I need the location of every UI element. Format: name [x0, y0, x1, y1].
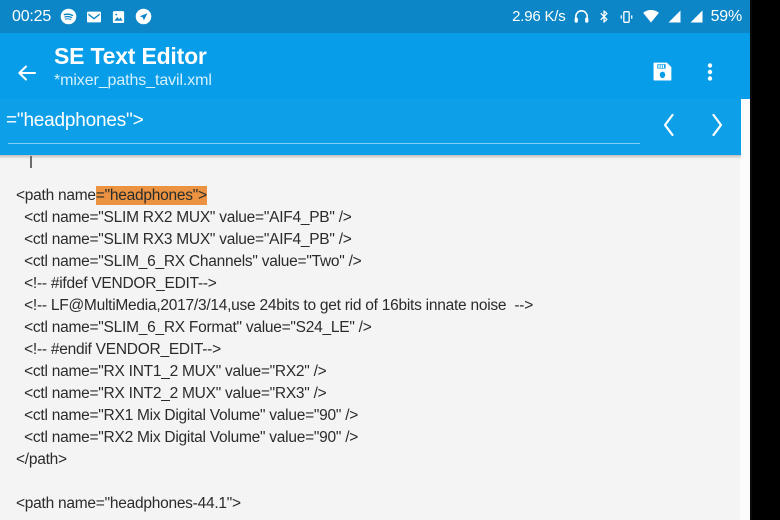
code-line: <ctl name="SLIM_6_RX Channels" value="Tw…: [0, 251, 740, 273]
signal-bars-icon: [667, 9, 682, 24]
search-bar: [0, 99, 741, 155]
code-text: <ctl name="SLIM RX3 MUX" value="AIF4_PB"…: [16, 231, 352, 248]
status-clock: 00:25: [12, 7, 52, 25]
back-arrow-icon: [14, 61, 40, 90]
code-line: <ctl name="SLIM_6_RX Format" value="S24_…: [0, 317, 740, 339]
battery-percentage: 59%: [710, 7, 743, 25]
phone-screenshot: 00:25 2.96 K/s 59% SE Text Editor *mixer…: [0, 0, 780, 520]
vibrate-icon: [618, 9, 635, 25]
app-bar-actions: [639, 41, 741, 97]
chevron-left-icon: [661, 112, 677, 143]
text-cursor: [30, 156, 32, 168]
code-line: <!-- #endif VENDOR_EDIT-->: [0, 339, 740, 361]
code-text: <!-- #ifdef VENDOR_EDIT-->: [16, 275, 217, 292]
code-line: <ctl name="RX2 Mix Digital Volume" value…: [0, 427, 740, 449]
app-bar-titles: SE Text Editor *mixer_paths_tavil.xml: [54, 41, 639, 92]
code-text: <ctl name="SLIM RX2 MUX" value="AIF4_PB"…: [16, 209, 352, 226]
file-name-subtitle: *mixer_paths_tavil.xml: [54, 72, 212, 89]
bluetooth-icon: [597, 8, 611, 25]
code-text: <ctl name="SLIM_6_RX Format" value="S24_…: [16, 319, 372, 336]
find-next-button[interactable]: [693, 99, 741, 155]
code-line: <ctl name="SLIM RX2 MUX" value="AIF4_PB"…: [0, 207, 740, 229]
code-line: <ctl name="RX INT1_2 MUX" value="RX2" />: [0, 361, 740, 383]
code-text: <path name="headphones-44.1">: [16, 495, 241, 512]
code-line: </path>: [0, 449, 740, 471]
code-text: <ctl name="RX2 Mix Digital Volume" value…: [16, 429, 359, 446]
search-input-underline: [8, 143, 640, 144]
overflow-menu-button[interactable]: [687, 51, 733, 97]
search-input[interactable]: [6, 107, 642, 135]
code-line: <ctl name="RX1 Mix Digital Volume" value…: [0, 405, 740, 427]
device-bezel-right: [752, 0, 780, 520]
search-match-highlight: ="headphones">: [95, 186, 207, 205]
code-text: <!-- LF@MultiMedia,2017/3/14,use 24bits …: [16, 297, 533, 314]
spotify-icon: [60, 8, 77, 25]
wifi-icon: [642, 9, 660, 24]
save-button[interactable]: [639, 51, 685, 97]
code-editor[interactable]: <path name="headphones"> <ctl name="SLIM…: [0, 155, 752, 520]
code-line: <ctl name="SLIM RX3 MUX" value="AIF4_PB"…: [0, 229, 740, 251]
headphones-icon: [573, 8, 590, 25]
code-line: <path name="headphones">: [0, 185, 740, 207]
code-line: <ctl name="RX INT2_2 MUX" value="RX3" />: [0, 383, 740, 405]
navigation-icon: [135, 8, 152, 25]
app-bar: SE Text Editor *mixer_paths_tavil.xml: [0, 33, 741, 99]
code-text: <path name: [16, 187, 96, 204]
network-speed: 2.96 K/s: [512, 8, 566, 25]
code-lines-container: <path name="headphones"> <ctl name="SLIM…: [0, 155, 740, 515]
page-title: SE Text Editor: [54, 43, 207, 69]
gmail-icon: [86, 9, 102, 25]
code-text: <ctl name="RX INT1_2 MUX" value="RX2" />: [16, 363, 327, 380]
app-bar-shadow: [0, 155, 741, 159]
signal-bars-2-icon: [689, 9, 704, 24]
code-text: <ctl name="RX1 Mix Digital Volume" value…: [16, 407, 359, 424]
overflow-menu-icon: [707, 60, 713, 89]
code-line: <path name="headphones-44.1">: [0, 493, 740, 515]
gallery-icon: [111, 9, 126, 25]
code-text: <!-- #endif VENDOR_EDIT-->: [16, 341, 221, 358]
status-bar: 00:25 2.96 K/s 59%: [0, 0, 752, 33]
phone-screen: 00:25 2.96 K/s 59% SE Text Editor *mixer…: [0, 0, 752, 520]
code-line: <!-- #ifdef VENDOR_EDIT-->: [0, 273, 740, 295]
search-field-wrapper: [0, 99, 645, 155]
back-button[interactable]: [0, 41, 54, 103]
status-bar-left-group: 00:25: [12, 8, 152, 26]
code-text: <ctl name="SLIM_6_RX Channels" value="Tw…: [16, 253, 362, 270]
code-text: </path>: [16, 451, 67, 468]
code-text: <ctl name="RX INT2_2 MUX" value="RX3" />: [16, 385, 327, 402]
save-floppy-icon: [650, 59, 675, 89]
find-previous-button[interactable]: [645, 99, 693, 155]
status-bar-right-group: 2.96 K/s 59%: [512, 8, 742, 26]
chevron-right-icon: [709, 112, 725, 143]
code-line: <!-- LF@MultiMedia,2017/3/14,use 24bits …: [0, 295, 740, 317]
